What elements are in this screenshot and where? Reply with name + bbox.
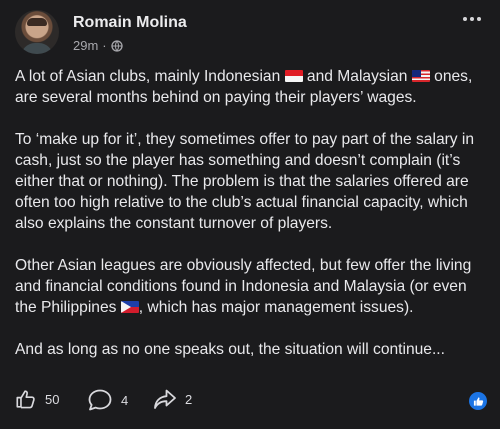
philippines-flag-icon	[120, 301, 139, 313]
post-time[interactable]: 29m	[73, 38, 98, 53]
share-count: 2	[185, 391, 193, 407]
post-paragraph: A lot of Asian clubs, mainly Indonesian …	[15, 68, 473, 106]
post-header: Romain Molina 29m ·	[15, 10, 485, 56]
post-paragraph: Other Asian leagues are obviously affect…	[15, 257, 472, 316]
post-paragraph: To ‘make up for it’, they sometimes offe…	[15, 131, 475, 232]
post-paragraph: And as long as no one speaks out, the si…	[15, 341, 445, 358]
globe-icon	[110, 39, 123, 52]
thumbs-up-icon	[16, 390, 35, 409]
more-options-icon[interactable]	[463, 14, 485, 24]
like-reaction-icon[interactable]	[469, 392, 487, 410]
share-icon	[154, 389, 176, 409]
like-count: 50	[45, 391, 60, 407]
author-name[interactable]: Romain Molina	[73, 14, 187, 32]
like-button[interactable]: 50	[15, 388, 59, 410]
share-button[interactable]: 2	[153, 388, 192, 410]
post-meta: 29m ·	[73, 38, 123, 53]
comment-count: 4	[121, 392, 129, 408]
malaysia-flag-icon	[411, 70, 430, 82]
indonesia-flag-icon	[284, 70, 303, 82]
avatar[interactable]	[15, 10, 59, 54]
post-body: A lot of Asian clubs, mainly Indonesian …	[15, 66, 485, 381]
comment-icon	[88, 389, 112, 411]
action-bar: 50 4 2	[15, 388, 490, 416]
comment-button[interactable]: 4	[87, 388, 128, 412]
